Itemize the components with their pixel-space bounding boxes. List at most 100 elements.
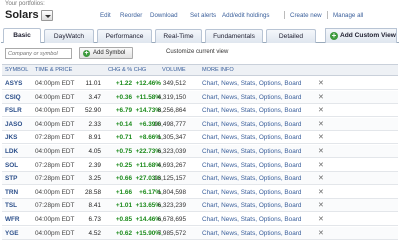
symbol-link[interactable]: STP [5,175,17,182]
remove-icon[interactable]: ✕ [318,215,324,223]
remove-icon[interactable]: ✕ [318,106,324,114]
toolbar-divider [284,11,285,19]
volume-value: 349,512 [162,80,186,87]
table-row: SOL 07:28pm EDT 2.39 +0.25 +11.68% 4,693,267 C… [2,159,398,172]
symbol-link[interactable]: SOL [5,162,18,169]
more-info-links[interactable]: Chart, News, Stats, Options, Board [202,134,301,141]
change-value: +0.62 [115,229,132,237]
reorder-link[interactable]: Reorder [120,12,142,19]
symbol-link[interactable]: YGE [5,230,19,237]
remove-icon[interactable]: ✕ [318,93,324,101]
remove-icon[interactable]: ✕ [318,79,324,87]
more-info-links[interactable]: Chart, News, Stats, Options, Board [202,148,301,155]
table-row: WFR 04:00pm EDT 6.73 +0.85 +14.46% 6,678,695 C… [2,213,398,226]
manage-all-link[interactable]: Manage all [333,12,363,19]
quote-time: 04:00pm EDT [35,188,75,196]
download-link[interactable]: Download [150,12,178,19]
symbol-link[interactable]: CSIQ [5,94,21,101]
symbol-link[interactable]: JASO [5,121,22,128]
last-price: 2.33 [88,120,101,128]
symbol-link[interactable]: TRN [5,189,18,196]
more-info-links[interactable]: Chart, News, Stats, Options, Board [202,121,301,128]
volume-value: 7,985,572 [157,229,186,237]
volume-value: 10,498,777 [154,120,186,128]
remove-icon[interactable]: ✕ [318,188,324,196]
remove-icon[interactable]: ✕ [318,120,324,128]
more-info-links[interactable]: Chart, News, Stats, Options, Board [202,94,301,101]
table-row: YGE 04:00pm EDT 4.52 +0.62 +15.90% 7,985,572 C… [2,226,398,240]
toolbar-divider [327,11,328,19]
more-info-links[interactable]: Chart, News, Stats, Options, Board [202,189,301,196]
change-value: +1.22 [115,80,132,87]
more-info-links[interactable]: Chart, News, Stats, Options, Board [202,162,301,169]
remove-icon[interactable]: ✕ [318,147,324,155]
last-price: 28.58 [85,188,101,196]
quote-time: 07:28pm EDT [35,202,75,210]
quote-time: 04:00pm EDT [35,80,75,87]
table-row: FSLR 04:00pm EDT 52.90 +6.79 +14.73% 8,256,86… [2,104,398,118]
col-change[interactable]: CHG & % CHG [108,67,146,73]
more-info-links[interactable]: Chart, News, Stats, Options, Board [202,202,301,209]
symbol-link[interactable]: JKS [5,134,17,141]
tab-real-time[interactable]: Real-Time [155,29,202,43]
quote-time: 04:00pm EDT [35,93,75,101]
symbol-link[interactable]: LDK [5,148,18,155]
add-symbol-button[interactable]: + Add Symbol [79,47,133,59]
col-symbol[interactable]: SYMBOL [5,67,28,73]
change-value: +1.01 [115,202,132,210]
more-info-links[interactable]: Chart, News, Stats, Options, Board [202,230,301,237]
symbol-search-input[interactable] [5,48,72,59]
quote-time: 07:28pm EDT [35,161,75,169]
remove-icon[interactable]: ✕ [318,133,324,141]
plus-icon: + [330,31,338,40]
tab-basic[interactable]: Basic [3,28,41,43]
customize-view-link[interactable]: Customize current view [166,49,228,55]
tab-performance[interactable]: Performance [97,29,152,43]
tab-detailed[interactable]: Detailed [266,29,316,43]
col-time-price[interactable]: TIME & PRICE [35,67,72,73]
change-value: +0.14 [115,120,132,128]
volume-value: 1,804,598 [157,188,186,196]
symbol-link[interactable]: ASYS [5,80,22,87]
tab-fundamentals[interactable]: Fundamentals [205,29,263,43]
table-row: JASO 04:00pm EDT 2.33 +0.14 +6.39% 10,498,777… [2,117,398,131]
more-info-links[interactable]: Chart, News, Stats, Options, Board [202,107,301,114]
quote-time: 04:00pm EDT [35,107,75,115]
tab-daywatch[interactable]: DayWatch [44,29,94,43]
volume-value: 8,256,864 [157,107,186,115]
create-new-link[interactable]: Create new [290,12,322,19]
quote-time: 07:28pm EDT [35,134,75,142]
col-volume[interactable]: VOLUME [162,67,186,73]
volume-value: 4,319,150 [157,93,186,101]
quote-time: 04:00pm EDT [35,148,75,155]
quote-time: 04:00pm EDT [35,120,75,128]
add-custom-view-label: Add Custom View [340,32,396,39]
remove-icon[interactable]: ✕ [318,229,324,237]
symbol-link[interactable]: FSLR [5,107,22,114]
change-value: +0.71 [115,134,132,142]
remove-icon[interactable]: ✕ [318,174,324,182]
add-edit-holdings-link[interactable]: Add/edit holdings [222,12,269,19]
symbol-link[interactable]: WFR [5,216,20,223]
add-custom-view-button[interactable]: + Add Custom View [325,28,397,43]
last-price: 3.47 [88,93,101,101]
table-row: TSL 07:28pm EDT 8.41 +1.01 +13.65% 6,323,239 C… [2,199,398,213]
change-value: +6.79 [115,107,132,115]
change-value: +0.75 [115,148,132,155]
remove-icon[interactable]: ✕ [318,161,324,169]
change-percent: +12.46% [135,80,161,87]
change-value: +0.36 [115,93,132,101]
more-info-links[interactable]: Chart, News, Stats, Options, Board [202,175,301,182]
table-header: SYMBOL TIME & PRICE CHG & % CHG VOLUME M… [2,64,398,76]
remove-icon[interactable]: ✕ [318,201,324,209]
set-alerts-link[interactable]: Set alerts [190,12,216,19]
quote-time: 04:00pm EDT [35,229,75,237]
more-info-links[interactable]: Chart, News, Stats, Options, Board [202,216,301,223]
edit-link[interactable]: Edit [100,12,111,19]
portfolio-dropdown-icon[interactable] [41,10,53,21]
more-info-links[interactable]: Chart, News, Stats, Options, Board [202,80,301,87]
last-price: 8.41 [88,202,101,210]
last-price: 11.01 [85,80,101,87]
last-price: 3.25 [88,175,101,183]
symbol-link[interactable]: TSL [5,202,17,209]
